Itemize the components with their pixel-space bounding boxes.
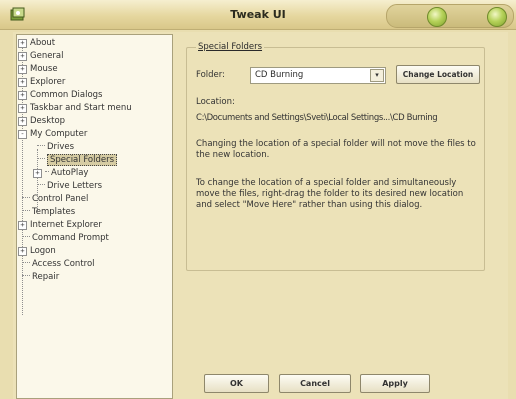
tree-item-general[interactable]: + General xyxy=(18,50,64,63)
folder-label: Folder: xyxy=(196,70,225,80)
expand-icon[interactable]: + xyxy=(18,91,27,100)
tree-connector xyxy=(22,197,30,198)
tree-item-templates[interactable]: Templates xyxy=(22,206,75,219)
tree-connector xyxy=(22,275,30,276)
note-right-drag: To change the location of a special fold… xyxy=(196,178,464,210)
folder-select-value: CD Burning xyxy=(255,70,304,80)
tree-item-command-prompt[interactable]: Command Prompt xyxy=(22,232,109,245)
tree-connector xyxy=(22,262,30,263)
title-bar[interactable]: Tweak UI xyxy=(0,0,516,30)
group-title: Special Folders xyxy=(196,42,265,52)
tree-connector xyxy=(22,210,30,211)
expand-icon[interactable]: + xyxy=(18,78,27,87)
change-location-button[interactable]: Change Location xyxy=(396,65,480,84)
tree-item-common-dialogs[interactable]: + Common Dialogs xyxy=(18,89,103,102)
tree-connector xyxy=(37,158,45,159)
caption-controls xyxy=(386,4,514,28)
apply-button[interactable]: Apply xyxy=(360,374,430,393)
expand-icon[interactable]: + xyxy=(33,169,42,178)
tree-item-mouse[interactable]: + Mouse xyxy=(18,63,58,76)
tree-item-access-control[interactable]: Access Control xyxy=(22,258,95,271)
tree-item-drives[interactable]: Drives xyxy=(37,141,74,154)
tree-connector xyxy=(45,171,49,172)
dropdown-arrow-icon[interactable]: ▾ xyxy=(370,69,384,82)
expand-icon[interactable]: + xyxy=(18,104,27,113)
tree-item-control-panel[interactable]: Control Panel xyxy=(22,193,88,206)
cancel-button[interactable]: Cancel xyxy=(279,374,351,393)
tree-item-repair[interactable]: Repair xyxy=(22,271,59,284)
tree-item-taskbar[interactable]: + Taskbar and Start menu xyxy=(18,102,132,115)
tree-connector xyxy=(37,145,45,146)
collapse-icon[interactable]: - xyxy=(18,130,27,139)
tree-connector xyxy=(22,236,30,237)
tree-item-desktop[interactable]: + Desktop xyxy=(18,115,65,128)
expand-icon[interactable]: + xyxy=(18,39,27,48)
folder-select[interactable]: CD Burning ▾ xyxy=(250,67,386,84)
category-tree[interactable]: + About + General + Mouse + Explorer + Common… xyxy=(16,34,173,399)
tree-item-drive-letters[interactable]: Drive Letters xyxy=(37,180,102,193)
tree-item-autoplay[interactable]: + AutoPlay xyxy=(33,167,88,180)
tree-item-internet-explorer[interactable]: + Internet Explorer xyxy=(18,219,102,232)
close-orb-icon[interactable] xyxy=(487,7,507,27)
expand-icon[interactable]: + xyxy=(18,117,27,126)
tree-item-about[interactable]: + About xyxy=(18,37,55,50)
location-path: C:\Documents and Settings\Sveti\Local Se… xyxy=(196,113,438,123)
expand-icon[interactable]: + xyxy=(18,221,27,230)
minimize-orb-icon[interactable] xyxy=(427,7,447,27)
expand-icon[interactable]: + xyxy=(18,247,27,256)
expand-icon[interactable]: + xyxy=(18,52,27,61)
expand-icon[interactable]: + xyxy=(18,65,27,74)
tree-item-explorer[interactable]: + Explorer xyxy=(18,76,65,89)
tree-item-my-computer[interactable]: - My Computer xyxy=(18,128,87,141)
tree-item-special-folders[interactable]: Special Folders xyxy=(37,154,118,167)
tree-item-logon[interactable]: + Logon xyxy=(18,245,56,258)
location-label: Location: xyxy=(196,97,235,107)
note-move-files: Changing the location of a special folde… xyxy=(196,139,476,160)
tree-connector xyxy=(37,184,45,185)
ok-button[interactable]: OK xyxy=(204,374,269,393)
